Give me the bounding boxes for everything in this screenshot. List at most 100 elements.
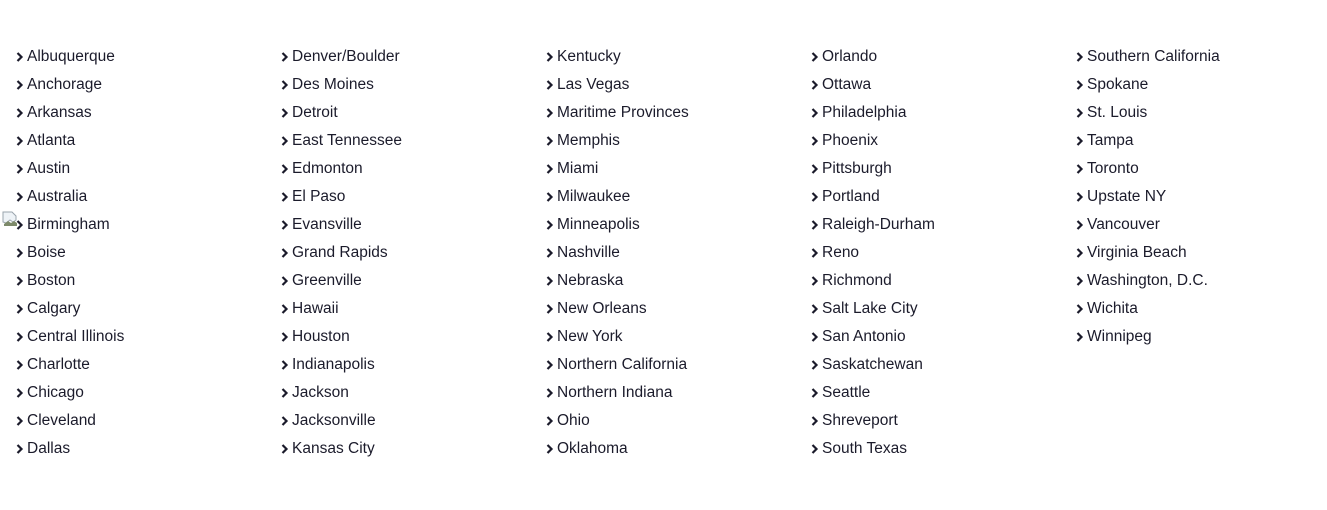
location-link[interactable]: Cleveland [16, 407, 281, 435]
location-link[interactable]: Ottawa [811, 71, 1076, 99]
location-label: Reno [822, 244, 860, 261]
location-link[interactable]: Dallas [16, 435, 281, 463]
location-link[interactable]: Memphis [546, 127, 811, 155]
location-link[interactable]: Tampa [1076, 127, 1327, 155]
chevron-right-icon [281, 386, 292, 400]
location-link[interactable]: Pittsburgh [811, 155, 1076, 183]
chevron-right-icon [546, 330, 557, 344]
location-link[interactable]: Arkansas [16, 99, 281, 127]
location-link[interactable]: Seattle [811, 379, 1076, 407]
location-link[interactable]: Minneapolis [546, 211, 811, 239]
location-link[interactable]: Virginia Beach [1076, 239, 1327, 267]
location-label: Nebraska [557, 272, 624, 289]
location-link[interactable]: Saskatchewan [811, 351, 1076, 379]
location-label: Milwaukee [557, 188, 631, 205]
chevron-right-icon [546, 414, 557, 428]
location-link[interactable]: Raleigh-Durham [811, 211, 1076, 239]
location-link[interactable]: El Paso [281, 183, 546, 211]
location-label: Edmonton [292, 160, 363, 177]
location-link[interactable]: Ohio [546, 407, 811, 435]
location-link[interactable]: Boston [16, 267, 281, 295]
location-link[interactable]: Evansville [281, 211, 546, 239]
location-link[interactable]: Oklahoma [546, 435, 811, 463]
location-link[interactable]: Washington, D.C. [1076, 267, 1327, 295]
chevron-right-icon [546, 162, 557, 176]
location-link[interactable]: East Tennessee [281, 127, 546, 155]
location-link[interactable]: Upstate NY [1076, 183, 1327, 211]
location-link[interactable]: New York [546, 323, 811, 351]
location-link[interactable]: Reno [811, 239, 1076, 267]
location-link[interactable]: Edmonton [281, 155, 546, 183]
location-link[interactable]: Maritime Provinces [546, 99, 811, 127]
location-link[interactable]: Denver/Boulder [281, 43, 546, 71]
location-link[interactable]: Phoenix [811, 127, 1076, 155]
location-link[interactable]: Miami [546, 155, 811, 183]
chevron-right-icon [16, 190, 27, 204]
location-label: Upstate NY [1087, 188, 1167, 205]
location-link[interactable]: Kentucky [546, 43, 811, 71]
location-link[interactable]: Anchorage [16, 71, 281, 99]
location-link[interactable]: Las Vegas [546, 71, 811, 99]
location-label: Minneapolis [557, 216, 640, 233]
location-label: Northern Indiana [557, 384, 673, 401]
chevron-right-icon [16, 134, 27, 148]
location-link[interactable]: Vancouver [1076, 211, 1327, 239]
chevron-right-icon [546, 302, 557, 316]
location-link[interactable]: Spokane [1076, 71, 1327, 99]
chevron-right-icon [281, 218, 292, 232]
location-link[interactable]: Calgary [16, 295, 281, 323]
location-link[interactable]: Charlotte [16, 351, 281, 379]
location-link[interactable]: South Texas [811, 435, 1076, 463]
location-link[interactable]: Winnipeg [1076, 323, 1327, 351]
location-link[interactable]: Hawaii [281, 295, 546, 323]
location-link[interactable]: Detroit [281, 99, 546, 127]
location-link[interactable]: Albuquerque [16, 43, 281, 71]
location-link[interactable]: Greenville [281, 267, 546, 295]
chevron-right-icon [1076, 78, 1087, 92]
chevron-right-icon [281, 246, 292, 260]
location-link[interactable]: Wichita [1076, 295, 1327, 323]
location-label: Chicago [27, 384, 84, 401]
location-link[interactable]: Des Moines [281, 71, 546, 99]
broken-image-icon [2, 211, 18, 227]
location-link[interactable]: St. Louis [1076, 99, 1327, 127]
location-link[interactable]: Toronto [1076, 155, 1327, 183]
location-label: San Antonio [822, 328, 906, 345]
chevron-right-icon [811, 162, 822, 176]
chevron-right-icon [811, 414, 822, 428]
location-link[interactable]: Indianapolis [281, 351, 546, 379]
location-link[interactable]: Philadelphia [811, 99, 1076, 127]
location-link[interactable]: Northern Indiana [546, 379, 811, 407]
location-link[interactable]: Grand Rapids [281, 239, 546, 267]
location-label: New Orleans [557, 300, 647, 317]
location-link[interactable]: Atlanta [16, 127, 281, 155]
location-link[interactable]: Houston [281, 323, 546, 351]
location-link[interactable]: Nebraska [546, 267, 811, 295]
location-link[interactable]: Milwaukee [546, 183, 811, 211]
location-link[interactable]: San Antonio [811, 323, 1076, 351]
location-link[interactable]: Jacksonville [281, 407, 546, 435]
location-link[interactable]: Boise [16, 239, 281, 267]
location-link[interactable]: Southern California [1076, 43, 1327, 71]
location-link[interactable]: Orlando [811, 43, 1076, 71]
location-label: South Texas [822, 440, 908, 457]
location-link[interactable]: Kansas City [281, 435, 546, 463]
location-link[interactable]: Birmingham [16, 211, 281, 239]
location-link[interactable]: Chicago [16, 379, 281, 407]
location-label: Arkansas [27, 104, 92, 121]
chevron-right-icon [546, 442, 557, 456]
location-link[interactable]: Australia [16, 183, 281, 211]
location-link[interactable]: Austin [16, 155, 281, 183]
location-link[interactable]: Northern California [546, 351, 811, 379]
location-link[interactable]: Portland [811, 183, 1076, 211]
location-link[interactable]: Central Illinois [16, 323, 281, 351]
chevron-right-icon [1076, 106, 1087, 120]
location-link[interactable]: Shreveport [811, 407, 1076, 435]
location-link[interactable]: Nashville [546, 239, 811, 267]
location-link[interactable]: Salt Lake City [811, 295, 1076, 323]
location-link[interactable]: Richmond [811, 267, 1076, 295]
location-link[interactable]: New Orleans [546, 295, 811, 323]
location-link[interactable]: Jackson [281, 379, 546, 407]
chevron-right-icon [546, 246, 557, 260]
chevron-right-icon [1076, 134, 1087, 148]
